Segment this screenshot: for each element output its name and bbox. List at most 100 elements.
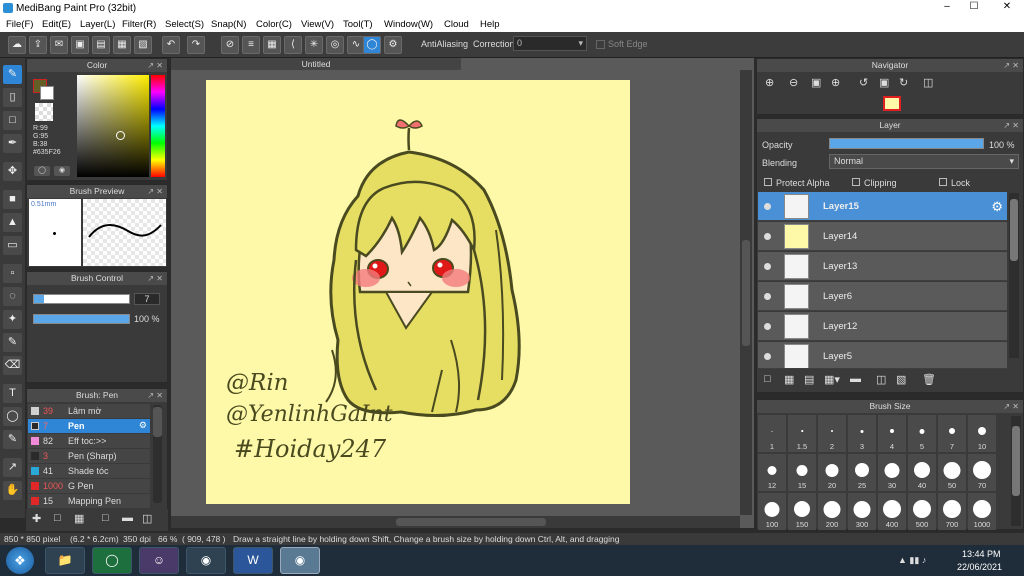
horizontal-scrollbar[interactable] <box>171 516 740 528</box>
brush-size-option[interactable]: 3 <box>848 415 876 452</box>
settings-snap-icon[interactable]: ⚙ <box>384 36 402 54</box>
brush-size-option[interactable]: 5 <box>908 415 936 452</box>
zoom-reset-icon[interactable]: ⊕ <box>831 76 840 89</box>
list-doc-icon[interactable]: ▧ <box>134 36 152 54</box>
document-icon[interactable]: ▤ <box>92 36 110 54</box>
zoom-out-icon[interactable]: ⊖ <box>789 76 798 89</box>
brush-size-option[interactable]: 30 <box>878 454 906 491</box>
maximize-button[interactable]: ☐ <box>962 1 986 15</box>
brush-opacity-slider[interactable] <box>33 314 130 324</box>
cloud-icon[interactable]: ☁ <box>8 36 26 54</box>
menu-tool[interactable]: Tool(T) <box>343 19 373 30</box>
brush-size-option[interactable]: 150 <box>788 493 816 530</box>
menu-edit[interactable]: Edit(E) <box>42 19 71 30</box>
close-button[interactable]: ✕ <box>990 1 1024 15</box>
list-item[interactable]: 3 Pen (Sharp) <box>28 449 150 464</box>
vanishing-snap-icon[interactable]: ⟨ <box>284 36 302 54</box>
lasso-tool-icon[interactable]: ◌ <box>3 287 22 306</box>
folder-icon[interactable]: ▬ <box>850 373 861 385</box>
brush-size-option[interactable]: 2 <box>818 415 846 452</box>
palette-icon[interactable]: ◉ <box>54 166 70 176</box>
bucket-tool-icon[interactable]: ▲ <box>3 213 22 232</box>
menu-filter[interactable]: Filter(R) <box>122 19 156 30</box>
fill-rect-icon[interactable]: ■ <box>3 190 22 209</box>
layer-row[interactable]: Layer15 ⚙ <box>758 192 1007 221</box>
list-item[interactable]: 1000 G Pen <box>28 479 150 494</box>
round-snap-icon[interactable]: ◯ <box>363 36 381 54</box>
app-taskbar-icon[interactable]: ◯ <box>92 547 132 574</box>
brush-list-scrollbar[interactable] <box>153 405 162 503</box>
brush-size-option[interactable]: 7 <box>938 415 966 452</box>
brush-size-scrollbar[interactable] <box>1011 416 1021 526</box>
explorer-taskbar-icon[interactable]: 📁 <box>45 547 85 574</box>
menu-select[interactable]: Select(S) <box>165 19 204 30</box>
brush-size-option[interactable]: 25 <box>848 454 876 491</box>
brush-size-slider[interactable] <box>33 294 130 304</box>
eraser-tool-icon[interactable]: ▯ <box>3 88 22 107</box>
brush-size-option[interactable]: 100 <box>758 493 786 530</box>
tab-untitled[interactable]: Untitled <box>171 58 461 70</box>
move-tool-icon[interactable]: ✥ <box>3 162 22 181</box>
operation-tool-icon[interactable]: ◯ <box>3 407 22 426</box>
brush-size-option[interactable]: 50 <box>938 454 966 491</box>
gradient-tool-icon[interactable]: ▭ <box>3 236 22 255</box>
hand-tool-icon[interactable]: ✋ <box>3 481 22 500</box>
brush-size-option[interactable]: 40 <box>908 454 936 491</box>
new-8bit-layer-icon[interactable]: ▤ <box>804 373 814 386</box>
text-tool-icon[interactable]: T <box>3 384 22 403</box>
fullscreen-icon[interactable]: ▣ <box>879 76 889 89</box>
magic-wand-icon[interactable]: ✦ <box>3 310 22 329</box>
menu-window[interactable]: Window(W) <box>384 19 433 30</box>
brush-size-option[interactable]: 200 <box>818 493 846 530</box>
blending-dropdown[interactable]: Normal ▾ <box>829 154 1019 169</box>
navigator-thumbnail[interactable] <box>883 96 901 111</box>
parallel-snap-icon[interactable]: ≡ <box>242 36 260 54</box>
medibang-taskbar-icon[interactable]: ◉ <box>280 547 320 574</box>
add-brush-menu-icon[interactable]: ▦ <box>74 512 84 525</box>
circle-snap-icon[interactable]: ◎ <box>326 36 344 54</box>
new-layer-icon[interactable]: □ <box>764 373 771 385</box>
brush-size-option[interactable]: 70 <box>968 454 996 491</box>
brush-size-option[interactable]: 15 <box>788 454 816 491</box>
select-rect-icon[interactable]: ▫ <box>3 264 22 283</box>
menu-cloud[interactable]: Cloud <box>444 19 469 30</box>
brush-size-option[interactable]: 1000 <box>968 493 996 530</box>
layer-row[interactable]: Layer12 <box>758 312 1007 341</box>
comment-icon[interactable]: ✉ <box>50 36 68 54</box>
select-pen-icon[interactable]: ✎ <box>3 333 22 352</box>
zoom-tool-icon[interactable]: ↗ <box>3 458 22 477</box>
paint-taskbar-icon[interactable]: ◉ <box>186 547 226 574</box>
menu-help[interactable]: Help <box>480 19 500 30</box>
layer-row[interactable]: Layer14 <box>758 222 1007 251</box>
menu-view[interactable]: View(V) <box>301 19 334 30</box>
display-icon[interactable]: ▣ <box>71 36 89 54</box>
layer-row[interactable]: Layer6 <box>758 282 1007 311</box>
add-color-icon[interactable]: ◯ <box>34 166 50 176</box>
color-picker-cursor[interactable] <box>116 131 125 140</box>
delete-layer-icon[interactable]: 🗑 <box>922 373 936 386</box>
add-brush-icon[interactable]: ✚ <box>32 512 41 525</box>
upload-icon[interactable]: ⇪ <box>29 36 47 54</box>
list-item[interactable]: 82 Eff toc:>> <box>28 434 150 449</box>
menu-color[interactable]: Color(C) <box>256 19 292 30</box>
add-layer-menu-icon[interactable]: ▦▾ <box>824 373 840 386</box>
radial-snap-icon[interactable]: ✳ <box>305 36 323 54</box>
brush-size-option[interactable]: 1.5 <box>788 415 816 452</box>
brush-size-option[interactable]: 1 <box>758 415 786 452</box>
flip-icon[interactable]: ◫ <box>923 76 933 89</box>
menu-file[interactable]: File(F) <box>6 19 33 30</box>
folder-icon[interactable]: ▬ <box>122 512 133 524</box>
layer-row[interactable]: Layer13 <box>758 252 1007 281</box>
sub-color-swatch[interactable] <box>40 86 54 100</box>
layer-opacity-slider[interactable] <box>829 138 984 149</box>
rotate-left-icon[interactable]: ↺ <box>859 76 868 89</box>
tray-icons[interactable]: ▲ ▮▮ ♪ <box>898 555 926 566</box>
brush-size-option[interactable]: 300 <box>848 493 876 530</box>
dot-tool-icon[interactable]: □ <box>3 111 22 130</box>
grid-doc-icon[interactable]: ▦ <box>113 36 131 54</box>
eyedropper-tool-icon[interactable]: ✎ <box>3 430 22 449</box>
layer-list-scrollbar[interactable] <box>1009 193 1019 358</box>
brush-size-option[interactable]: 10 <box>968 415 996 452</box>
minimize-button[interactable]: – <box>935 1 959 15</box>
brush-size-option[interactable]: 20 <box>818 454 846 491</box>
